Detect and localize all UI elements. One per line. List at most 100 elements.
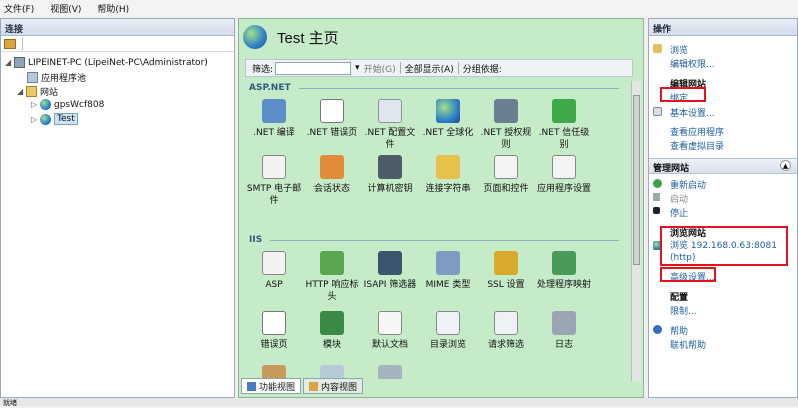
feature-net-error-pages[interactable]: .NET 错误页: [303, 99, 361, 139]
browse-icon: [653, 44, 662, 53]
limits-link[interactable]: 限制...: [670, 304, 697, 317]
separator: [457, 62, 459, 74]
online-help-link[interactable]: 联机帮助: [670, 338, 706, 351]
feature-session-state[interactable]: 会话状态: [303, 155, 361, 195]
section-iis-label: IIS: [249, 235, 263, 245]
tree-node-sites[interactable]: ◢ 网站: [17, 85, 58, 98]
expand-icon[interactable]: ▷: [31, 100, 40, 109]
feature-default-document[interactable]: 默认文档: [361, 311, 419, 351]
features-content: ASP.NET .NET 编译 .NET 错误页 .NET 配置文件 .NET …: [245, 79, 623, 379]
feature-ssl-settings[interactable]: SSL 设置: [477, 251, 535, 291]
feature-label: 应用程序设置: [536, 184, 591, 194]
collapse-icon[interactable]: ▲: [780, 160, 791, 171]
feature-label: 计算机密钥: [367, 184, 413, 194]
feature-pages-controls[interactable]: 页面和控件: [477, 155, 535, 195]
database-icon: [436, 155, 460, 179]
feature-handler-mappings[interactable]: 处理程序映射: [535, 251, 593, 291]
highlight-box-browse: [660, 226, 788, 266]
basic-settings-link[interactable]: 基本设置...: [670, 106, 715, 119]
feature-logging[interactable]: 日志: [535, 311, 593, 351]
feature-label: HTTP 响应标头: [305, 280, 359, 302]
lock-icon: [494, 251, 518, 275]
manage-site-group[interactable]: 管理网站 ▲: [649, 158, 797, 174]
tab-features-view[interactable]: 功能视图: [241, 378, 302, 394]
restart-link[interactable]: 重新启动: [670, 178, 706, 191]
feature-net-profile[interactable]: .NET 配置文件: [361, 99, 419, 151]
feature-modules[interactable]: 模块: [303, 311, 361, 351]
scrollbar-thumb[interactable]: [633, 95, 640, 265]
section-aspnet: ASP.NET: [249, 83, 619, 93]
tree-node-site-gpswcf808[interactable]: ▷ gpsWcf808: [31, 99, 104, 110]
filter-input[interactable]: [275, 61, 352, 75]
feature-label: SMTP 电子邮件: [246, 184, 302, 206]
feature-http-headers[interactable]: HTTP 响应标头: [303, 251, 361, 303]
feature-net-globalization[interactable]: .NET 全球化: [419, 99, 477, 139]
actions-panel: 操作 浏览 编辑权限... 编辑网站 绑定... 基本设置... 查看应用程序 …: [648, 18, 798, 398]
feature-mime-types[interactable]: MIME 类型: [419, 251, 477, 291]
highlight-box-advanced: [660, 267, 716, 282]
feature-machine-key[interactable]: 计算机密钥: [361, 155, 419, 195]
config-header: 配置: [670, 293, 689, 303]
feature-smtp-email[interactable]: SMTP 电子邮件: [245, 155, 303, 207]
tab-content-view[interactable]: 内容视图: [303, 378, 364, 394]
start-filter-button[interactable]: 开始(G): [364, 62, 396, 75]
globe-icon: [40, 113, 51, 125]
asp-icon: [262, 251, 286, 275]
feature-error-pages[interactable]: 错误页: [245, 311, 303, 351]
tab-label: 内容视图: [321, 382, 358, 393]
separator: [399, 62, 401, 74]
document-icon: [378, 311, 402, 335]
help-link[interactable]: 帮助: [670, 324, 688, 337]
stop-link[interactable]: 停止: [670, 206, 688, 219]
feature-label: 会话状态: [313, 184, 350, 194]
menu-view[interactable]: 视图(V): [50, 2, 81, 15]
view-virtual-dirs-link[interactable]: 查看虚拟目录: [670, 139, 724, 152]
start-link[interactable]: 启动: [670, 192, 688, 205]
folder-icon[interactable]: [4, 38, 16, 49]
feature-net-trust-level[interactable]: .NET 信任级别: [535, 99, 593, 151]
dropdown-icon[interactable]: ▾: [355, 63, 360, 73]
error-page-icon: [320, 99, 344, 123]
settings-icon: [653, 107, 662, 116]
sites-folder-icon: [26, 86, 37, 97]
actions-title: 操作: [649, 19, 797, 36]
feature-request-filtering[interactable]: 请求筛选: [477, 311, 535, 351]
browse-link[interactable]: 浏览: [670, 43, 688, 56]
show-all-button[interactable]: 全部显示(A): [405, 62, 454, 75]
menu-help[interactable]: 帮助(H): [97, 2, 129, 15]
edit-permissions-link[interactable]: 编辑权限...: [670, 57, 715, 70]
feature-net-compile[interactable]: .NET 编译: [245, 99, 303, 139]
pages-controls-icon: [494, 155, 518, 179]
feature-connection-strings[interactable]: 连接字符串: [419, 155, 477, 195]
feature-isapi-filters[interactable]: ISAPI 筛选器: [361, 251, 419, 291]
compile-icon: [262, 99, 286, 123]
collapse-icon[interactable]: ◢: [5, 58, 14, 67]
tree-node-site-test[interactable]: ▷ Test: [31, 113, 78, 125]
feature-more-2[interactable]: [303, 365, 361, 379]
feature-label: .NET 编译: [253, 128, 295, 138]
section-aspnet-label: ASP.NET: [249, 83, 291, 93]
page-title: Test 主页: [277, 29, 339, 47]
feature-label: .NET 错误页: [306, 128, 358, 138]
feature-more-3[interactable]: [361, 365, 419, 379]
session-icon: [320, 155, 344, 179]
globe-icon: [40, 99, 51, 110]
tree-node-app-pools[interactable]: 应用程序池: [27, 71, 86, 84]
tree-node-server[interactable]: ◢ LIPEINET-PC (LipeiNet-PC\Administrator…: [5, 57, 208, 68]
error-page-icon: [262, 311, 286, 335]
feature-directory-browsing[interactable]: 目录浏览: [419, 311, 477, 351]
feature-net-authorization[interactable]: .NET 授权规则: [477, 99, 535, 151]
feature-asp[interactable]: ASP: [245, 251, 303, 291]
authorization-icon: [494, 99, 518, 123]
view-applications-link[interactable]: 查看应用程序: [670, 125, 724, 138]
menu-file[interactable]: 文件(F): [4, 2, 34, 15]
collapse-icon[interactable]: ◢: [17, 87, 26, 96]
features-scrollbar[interactable]: [631, 81, 641, 381]
expand-icon[interactable]: ▷: [31, 115, 40, 124]
logging-icon: [552, 311, 576, 335]
feature-more-1[interactable]: [245, 365, 303, 379]
restart-icon: [653, 179, 662, 188]
email-icon: [262, 155, 286, 179]
group-by-label[interactable]: 分组依据:: [463, 62, 502, 75]
feature-app-settings[interactable]: 应用程序设置: [535, 155, 593, 195]
